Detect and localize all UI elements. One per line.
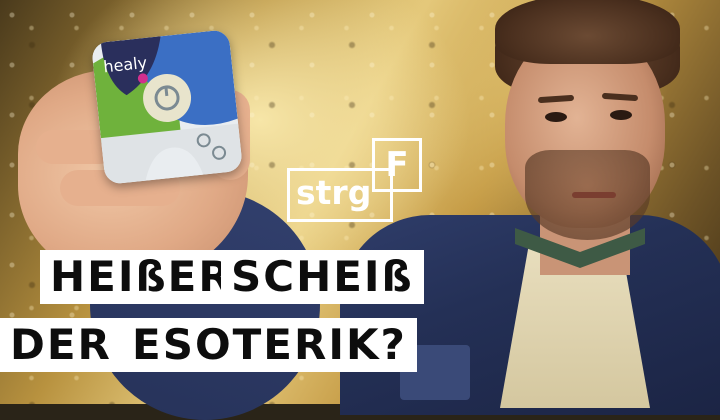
headline-word-1: HEIßER [40,250,243,304]
headline-word-2: SCHEIß [221,250,424,304]
headline-word-3: DER [0,318,122,372]
logo-f-key: F [372,138,422,192]
healy-device: healy [90,29,244,185]
headline-word-4: ESOTERIK? [122,318,417,372]
